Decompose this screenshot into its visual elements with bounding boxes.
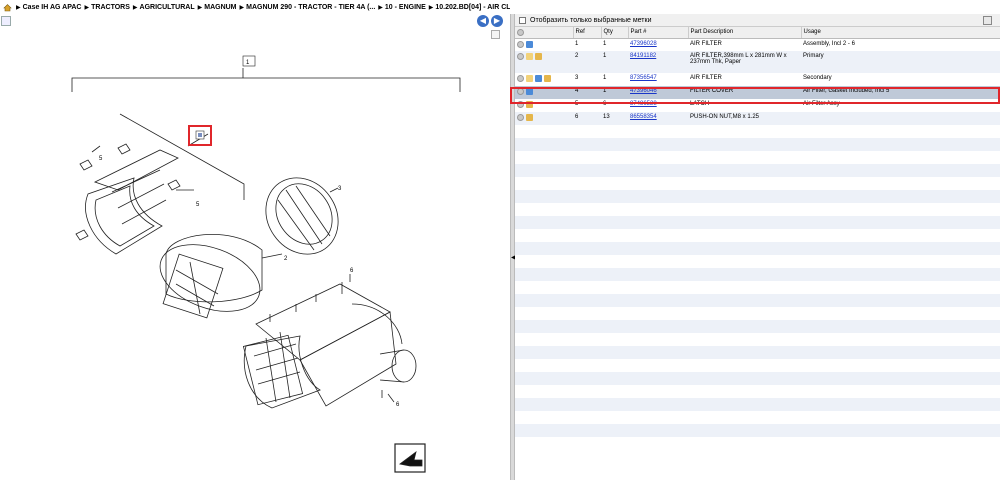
row-description: AIR FILTER,398mm L x 281mm W x 237mm Thk… <box>688 51 801 73</box>
filter-bar: Отобразить только выбранные метки <box>515 14 1000 27</box>
empty-row <box>515 333 1000 346</box>
empty-row <box>515 190 1000 203</box>
table-row[interactable]: 1 1 47396028 AIR FILTER Assembly, Incl 2 - 6 <box>515 38 1000 51</box>
empty-row <box>515 372 1000 385</box>
empty-row <box>515 125 1000 138</box>
circle-icon[interactable] <box>517 40 524 48</box>
row-qty: 13 <box>601 112 628 125</box>
selected-row-highlight <box>510 87 1000 104</box>
col-header-desc[interactable]: Part Description <box>688 27 802 39</box>
breadcrumb-separator-icon: ▶ <box>378 4 383 11</box>
empty-row <box>515 164 1000 177</box>
breadcrumb-item[interactable]: MAGNUM 290 - TRACTOR - TIER 4A (... <box>246 4 375 11</box>
breadcrumb-item[interactable]: 10 - ENGINE <box>385 4 426 11</box>
table-row[interactable]: 3 1 87356547 AIR FILTER Secondary <box>515 73 1000 86</box>
row-ref: 2 <box>573 51 601 73</box>
row-usage: Primary <box>801 51 1000 73</box>
filter-label: Отобразить только выбранные метки <box>530 16 652 24</box>
row-description: AIR FILTER <box>690 75 722 81</box>
row-ref: 1 <box>575 40 579 47</box>
package-icon[interactable] <box>535 53 542 60</box>
callout-6: 6 <box>396 402 400 408</box>
callout-5: 5 <box>99 156 103 162</box>
breadcrumb-separator-icon: ▶ <box>132 4 138 11</box>
package-icon[interactable] <box>526 114 533 121</box>
parts-diagram[interactable]: ◀ ▶ 1 5 5 2 3 6 6 <box>0 14 510 480</box>
col-header-usage[interactable]: Usage <box>801 27 1000 39</box>
table-row[interactable]: 6 13 86558354 PUSH-ON NUT,M8 x 1.25 <box>515 112 1000 125</box>
empty-row <box>515 320 1000 333</box>
doc-icon[interactable] <box>526 75 533 82</box>
selected-callout-highlight <box>188 125 212 146</box>
package-icon[interactable] <box>544 75 551 82</box>
empty-row <box>515 177 1000 190</box>
empty-row <box>515 346 1000 359</box>
breadcrumb-item[interactable]: TRACTORS <box>91 4 130 11</box>
breadcrumb-separator-icon: ▶ <box>197 4 203 11</box>
callout-5: 5 <box>196 202 200 208</box>
empty-row <box>515 307 1000 320</box>
circle-icon[interactable] <box>517 53 524 60</box>
callout-1: 1 <box>246 60 250 66</box>
callout-2: 2 <box>284 256 288 262</box>
empty-row <box>515 294 1000 307</box>
options-icon[interactable] <box>983 16 992 25</box>
row-description: PUSH-ON NUT,M8 x 1.25 <box>688 112 801 125</box>
col-header-part[interactable]: Part # <box>628 27 689 39</box>
parts-list-panel: Отобразить только выбранные метки Ref Qt… <box>515 14 1000 480</box>
empty-row <box>515 268 1000 281</box>
callout-3: 3 <box>338 186 342 192</box>
settings-icon[interactable] <box>517 28 524 36</box>
col-header-ref[interactable]: Ref <box>573 27 602 39</box>
empty-row <box>515 242 1000 255</box>
empty-row <box>515 229 1000 242</box>
row-ref: 3 <box>575 75 579 81</box>
part-number-link[interactable]: 47396028 <box>630 41 657 47</box>
breadcrumb-separator-icon: ▶ <box>84 4 90 11</box>
part-number-link[interactable]: 84191182 <box>630 53 656 59</box>
empty-row <box>515 203 1000 216</box>
circle-icon[interactable] <box>517 114 524 121</box>
breadcrumb-item[interactable]: 10.202.BD[04] - AIR CLEANER ASSY <box>435 4 510 11</box>
exploded-view-drawing: 1 5 5 2 3 6 6 <box>71 55 461 473</box>
empty-row <box>515 398 1000 411</box>
callout-6: 6 <box>350 268 354 274</box>
empty-row <box>515 216 1000 229</box>
circle-icon[interactable] <box>517 75 524 82</box>
doc-icon[interactable] <box>526 53 533 60</box>
col-header-qty[interactable]: Qty <box>601 27 629 39</box>
row-qty: 1 <box>601 51 628 73</box>
part-number-link[interactable]: 86558354 <box>630 114 657 120</box>
breadcrumb-item[interactable]: Case IH AG APAC <box>23 4 82 11</box>
empty-row <box>515 138 1000 151</box>
empty-row <box>515 411 1000 424</box>
show-selected-checkbox[interactable] <box>519 16 526 24</box>
breadcrumb-item[interactable]: MAGNUM <box>204 4 236 11</box>
row-qty: 1 <box>603 40 607 47</box>
breadcrumb: ▶ Case IH AG APAC ▶ TRACTORS ▶ AGRICULTURAL ▶ M… <box>0 0 510 14</box>
row-usage: Secondary <box>803 75 832 81</box>
empty-row <box>515 385 1000 398</box>
empty-row <box>515 424 1000 437</box>
col-header-icons[interactable] <box>515 27 574 39</box>
breadcrumb-separator-icon: ▶ <box>16 4 21 11</box>
empty-row <box>515 359 1000 372</box>
breadcrumb-separator-icon: ▶ <box>239 4 245 11</box>
arrow-icon[interactable] <box>535 75 542 82</box>
empty-row <box>515 151 1000 164</box>
arrow-icon[interactable] <box>526 40 533 48</box>
empty-row <box>515 255 1000 268</box>
home-icon[interactable] <box>3 3 12 12</box>
row-description: AIR FILTER <box>690 40 722 47</box>
row-usage <box>801 112 1000 125</box>
table-row[interactable]: 2 1 84191182 AIR FILTER,398mm L x 281mm W x… <box>515 51 1000 73</box>
breadcrumb-item[interactable]: AGRICULTURAL <box>140 4 195 11</box>
row-ref: 6 <box>573 112 601 125</box>
row-usage: Assembly, Incl 2 - 6 <box>803 40 855 47</box>
part-number-link[interactable]: 87356547 <box>630 75 657 81</box>
empty-row <box>515 281 1000 294</box>
breadcrumb-separator-icon: ▶ <box>428 4 434 11</box>
row-qty: 1 <box>603 75 607 81</box>
